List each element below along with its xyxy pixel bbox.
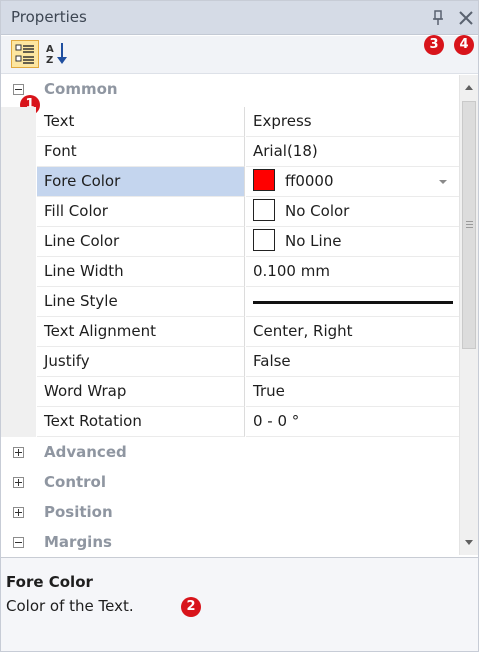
color-swatch bbox=[253, 199, 275, 221]
alphabetical-sort-icon: A Z bbox=[46, 43, 67, 66]
color-swatch bbox=[253, 169, 275, 191]
property-name: Fill Color bbox=[37, 197, 245, 227]
property-value[interactable]: True bbox=[246, 377, 459, 407]
dropdown-arrow-icon[interactable] bbox=[427, 167, 459, 196]
property-name: Text Alignment bbox=[37, 317, 245, 347]
property-name: Text bbox=[37, 107, 245, 137]
property-value[interactable]: 0 - 0 ° bbox=[246, 407, 459, 437]
expand-icon[interactable] bbox=[13, 447, 24, 458]
category-row-common[interactable]: Common bbox=[1, 75, 459, 105]
property-row-fore-color[interactable]: Fore Color ff0000 bbox=[1, 167, 459, 197]
expand-icon[interactable] bbox=[13, 507, 24, 518]
category-row-control[interactable]: Control bbox=[1, 468, 459, 498]
property-row-font[interactable]: Font Arial(18) bbox=[1, 137, 459, 167]
callout-badge-2: 2 bbox=[181, 597, 201, 617]
property-row-word-wrap[interactable]: Word Wrap True bbox=[1, 377, 459, 407]
property-value[interactable]: Arial(18) bbox=[246, 137, 459, 167]
categorized-view-button[interactable] bbox=[11, 40, 39, 68]
property-value[interactable]: No Color bbox=[246, 197, 459, 227]
property-name: Fore Color bbox=[37, 167, 245, 197]
property-value[interactable]: No Line bbox=[246, 227, 459, 257]
property-name: Text Rotation bbox=[37, 407, 245, 437]
line-style-preview bbox=[253, 301, 453, 304]
expand-icon[interactable] bbox=[13, 477, 24, 488]
scroll-up-icon[interactable] bbox=[460, 79, 478, 97]
property-row-text[interactable]: Text Express bbox=[1, 107, 459, 137]
categorized-view-icon bbox=[15, 44, 34, 64]
toolbar: A Z 3 4 bbox=[1, 35, 478, 74]
close-icon[interactable] bbox=[458, 8, 474, 28]
property-name: Font bbox=[37, 137, 245, 167]
property-name: Word Wrap bbox=[37, 377, 245, 407]
property-name: Line Style bbox=[37, 287, 245, 317]
properties-panel: Properties A Z 3 4 Common 1 Text Express… bbox=[0, 0, 479, 652]
property-row-fill-color[interactable]: Fill Color No Color bbox=[1, 197, 459, 227]
collapse-icon[interactable] bbox=[13, 537, 24, 548]
svg-text:A: A bbox=[46, 44, 54, 55]
category-label: Control bbox=[44, 473, 107, 491]
title-bar: Properties bbox=[1, 1, 478, 35]
property-value[interactable]: ff0000 bbox=[246, 167, 459, 197]
property-name: Line Width bbox=[37, 257, 245, 287]
scroll-thumb[interactable] bbox=[462, 101, 476, 349]
collapse-icon[interactable] bbox=[13, 84, 24, 95]
category-row-advanced[interactable]: Advanced bbox=[1, 438, 459, 468]
alphabetical-sort-button[interactable]: A Z bbox=[44, 40, 72, 68]
description-text: Color of the Text. bbox=[6, 597, 134, 615]
property-value[interactable] bbox=[246, 287, 459, 317]
property-row-text-rotation[interactable]: Text Rotation 0 - 0 ° bbox=[1, 407, 459, 437]
color-swatch bbox=[253, 229, 275, 251]
category-label: Position bbox=[44, 503, 113, 521]
property-name: Line Color bbox=[37, 227, 245, 257]
property-value[interactable]: Center, Right bbox=[246, 317, 459, 347]
property-name: Justify bbox=[37, 347, 245, 377]
property-row-justify[interactable]: Justify False bbox=[1, 347, 459, 377]
category-row-margins[interactable]: Margins bbox=[1, 528, 459, 555]
scroll-down-icon[interactable] bbox=[460, 533, 478, 551]
property-value[interactable]: Express bbox=[246, 107, 459, 137]
description-pane: Fore Color Color of the Text. 2 bbox=[1, 557, 478, 651]
property-value[interactable]: 0.100 mm bbox=[246, 257, 459, 287]
callout-badge-4: 4 bbox=[454, 35, 474, 55]
category-row-position[interactable]: Position bbox=[1, 498, 459, 528]
category-label: Margins bbox=[44, 533, 112, 551]
property-row-text-alignment[interactable]: Text Alignment Center, Right bbox=[1, 317, 459, 347]
callout-badge-3: 3 bbox=[424, 35, 444, 55]
svg-text:Z: Z bbox=[46, 55, 53, 66]
property-row-line-color[interactable]: Line Color No Line bbox=[1, 227, 459, 257]
property-value[interactable]: False bbox=[246, 347, 459, 377]
pin-icon[interactable] bbox=[431, 9, 445, 27]
category-label: Common bbox=[44, 80, 118, 98]
property-row-line-style[interactable]: Line Style bbox=[1, 287, 459, 317]
vertical-scrollbar[interactable] bbox=[459, 75, 478, 555]
property-grid: Common 1 Text Express Font Arial(18) For… bbox=[1, 75, 459, 555]
panel-title: Properties bbox=[11, 8, 87, 26]
property-row-line-width[interactable]: Line Width 0.100 mm bbox=[1, 257, 459, 287]
category-label: Advanced bbox=[44, 443, 127, 461]
description-title: Fore Color bbox=[6, 573, 93, 591]
